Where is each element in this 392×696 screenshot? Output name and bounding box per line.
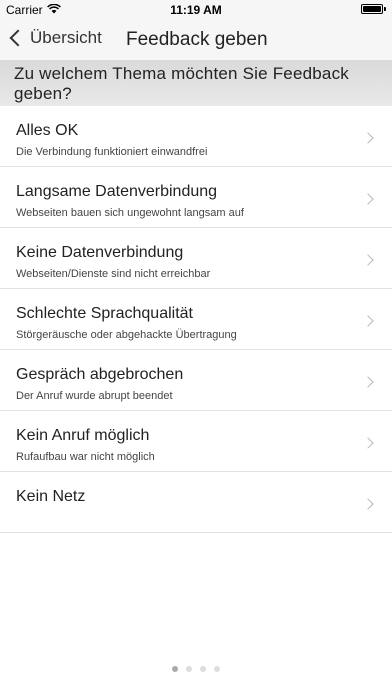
- chevron-right-icon: [362, 132, 374, 144]
- page-title: Feedback geben: [126, 29, 268, 50]
- page-dot[interactable]: [186, 666, 192, 672]
- back-button[interactable]: Übersicht: [8, 28, 102, 48]
- list-item-subtitle: Webseiten bauen sich ungewohnt langsam a…: [16, 207, 244, 219]
- list-item-title: Gespräch abgebrochen: [16, 366, 184, 383]
- battery-tip: [384, 7, 386, 11]
- chevron-right-icon: [362, 498, 374, 510]
- page-indicator: [0, 666, 392, 672]
- list-item-title: Schlechte Sprachqualität: [16, 305, 193, 322]
- chevron-right-icon: [362, 437, 374, 449]
- page-dot[interactable]: [214, 666, 220, 672]
- list-item[interactable]: Kein Anruf möglich Rufaufbau war nicht mö…: [0, 411, 392, 472]
- list-item[interactable]: Gespräch abgebrochen Der Anruf wurde abru…: [0, 350, 392, 411]
- list-item-subtitle: Der Anruf wurde abrupt beendet: [16, 390, 173, 402]
- list-item-title: Langsame Datenverbindung: [16, 183, 218, 200]
- list-item-title: Kein Anruf möglich: [16, 427, 150, 444]
- section-header: Zu welchem Thema möchten Sie Feedback ge…: [0, 60, 392, 106]
- battery-icon: [361, 4, 383, 14]
- list-item[interactable]: Kein Netz: [0, 472, 392, 533]
- status-time: 11:19 AM: [170, 3, 222, 17]
- list-item-title: Kein Netz: [16, 488, 86, 505]
- back-button-label: Übersicht: [30, 28, 102, 47]
- list-item-subtitle: Die Verbindung funktioniert einwandfrei: [16, 146, 208, 158]
- navigation-bar: Übersicht Feedback geben: [0, 20, 392, 60]
- feedback-topic-list: Alles OK Die Verbindung funktioniert einw…: [0, 106, 392, 533]
- list-item[interactable]: Keine Datenverbindung Webseiten/Dienste s…: [0, 228, 392, 289]
- page-dot[interactable]: [172, 666, 178, 672]
- chevron-right-icon: [362, 254, 374, 266]
- list-item[interactable]: Langsame Datenverbindung Webseiten bauen …: [0, 167, 392, 228]
- list-item[interactable]: Alles OK Die Verbindung funktioniert einw…: [0, 106, 392, 167]
- status-bar: Carrier 11:19 AM: [0, 0, 392, 20]
- list-item-subtitle: Rufaufbau war nicht möglich: [16, 451, 155, 463]
- list-item[interactable]: Schlechte Sprachqualität Störgeräusche od…: [0, 289, 392, 350]
- chevron-right-icon: [362, 193, 374, 205]
- list-item-title: Alles OK: [16, 122, 79, 139]
- list-item-subtitle: Webseiten/Dienste sind nicht erreichbar: [16, 268, 211, 280]
- battery-level: [363, 6, 381, 12]
- status-right: [361, 4, 386, 14]
- page-dot[interactable]: [200, 666, 206, 672]
- chevron-right-icon: [362, 315, 374, 327]
- chevron-right-icon: [362, 376, 374, 388]
- list-item-subtitle: Störgeräusche oder abgehackte Übertragun…: [16, 329, 237, 341]
- chevron-left-icon: [9, 29, 27, 47]
- list-item-title: Keine Datenverbindung: [16, 244, 184, 261]
